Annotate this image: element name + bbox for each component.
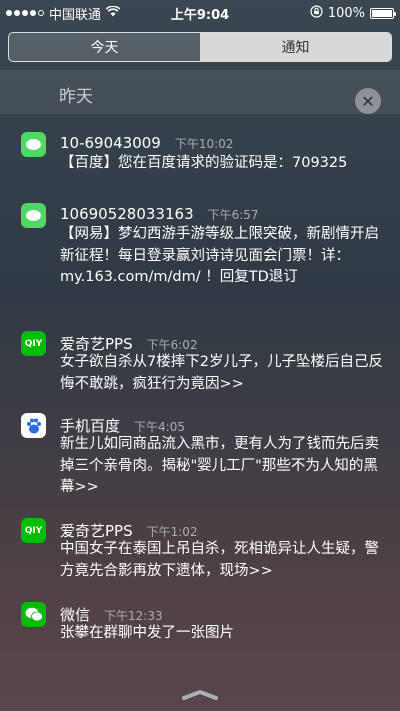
notification-time: 下午1:02 bbox=[146, 525, 198, 539]
notification-app: 手机百度 bbox=[60, 417, 121, 435]
signal-icon bbox=[6, 10, 44, 16]
notification-title: 微信 下午12:33 bbox=[60, 604, 163, 625]
battery-percent: 100% bbox=[327, 5, 365, 21]
tab-today[interactable]: 今天 bbox=[9, 33, 200, 61]
iqiyi-icon: QIY bbox=[21, 518, 46, 543]
section-header: 昨天 bbox=[0, 70, 400, 114]
iqiyi-icon: QIY bbox=[21, 331, 46, 356]
wifi-icon bbox=[105, 4, 121, 21]
baidu-icon bbox=[21, 413, 46, 438]
close-icon: ✕ bbox=[361, 91, 375, 111]
notification-time: 下午6:57 bbox=[207, 208, 259, 222]
segmented-control: 今天 通知 bbox=[8, 32, 392, 62]
rotation-lock-icon bbox=[310, 4, 323, 22]
notification-title: 手机百度 下午4:05 bbox=[60, 415, 185, 436]
notification-title: 爱奇艺PPS 下午1:02 bbox=[60, 520, 198, 541]
notification-body: 【网易】梦幻西游手游等级上限突破，新剧情开启新征程！每日登录赢刘诗诗见面会门票！… bbox=[60, 226, 379, 285]
notification-app: 10-69043009 bbox=[60, 134, 161, 152]
notification-app: 10690528033163 bbox=[60, 205, 194, 223]
notification-time: 下午12:33 bbox=[104, 609, 163, 623]
section-title: 昨天 bbox=[59, 87, 93, 107]
notification-title: 爱奇艺PPS 下午6:02 bbox=[60, 333, 198, 354]
tab-notifications[interactable]: 通知 bbox=[200, 33, 391, 61]
status-bar: 中国联通 上午9:04 100% bbox=[0, 0, 400, 26]
status-right: 100% bbox=[310, 4, 396, 22]
clear-section-button[interactable]: ✕ bbox=[355, 88, 381, 114]
notification-time: 下午6:02 bbox=[146, 338, 198, 352]
notification-body: 女子欲自杀从7楼摔下2岁儿子，儿子坠楼后自己反悔不敢跳，疯狂行为竟因>> bbox=[60, 354, 383, 392]
notification-app: 爱奇艺PPS bbox=[60, 522, 133, 540]
battery-icon bbox=[370, 7, 396, 19]
pull-handle-icon[interactable] bbox=[180, 686, 220, 700]
notification-time: 下午4:05 bbox=[134, 420, 185, 434]
notification-time: 下午10:02 bbox=[174, 137, 234, 151]
messages-icon bbox=[21, 203, 46, 228]
notification-title: 10-69043009 下午10:02 bbox=[60, 134, 233, 152]
messages-icon bbox=[21, 132, 46, 157]
notification-body: 【百度】您在百度请求的验证码是：709325 bbox=[60, 155, 348, 171]
notification-body: 张攀在群聊中发了一张图片 bbox=[60, 625, 234, 641]
carrier-label: 中国联通 bbox=[49, 7, 102, 23]
notification-body: 新生儿如同商品流入黑市，更有人为了钱而先后卖掉三个亲骨肉。揭秘"婴儿工厂"那些不… bbox=[60, 436, 379, 495]
status-left: 中国联通 bbox=[6, 4, 121, 23]
notification-app: 微信 bbox=[60, 606, 91, 624]
wechat-icon bbox=[21, 602, 46, 627]
notification-app: 爱奇艺PPS bbox=[60, 335, 133, 353]
notification-title: 10690528033163 下午6:57 bbox=[60, 205, 259, 223]
notification-body: 中国女子在泰国上吊自杀，死相诡异让人生疑，警方竟先合影再放下遗体，现场>> bbox=[60, 541, 379, 579]
